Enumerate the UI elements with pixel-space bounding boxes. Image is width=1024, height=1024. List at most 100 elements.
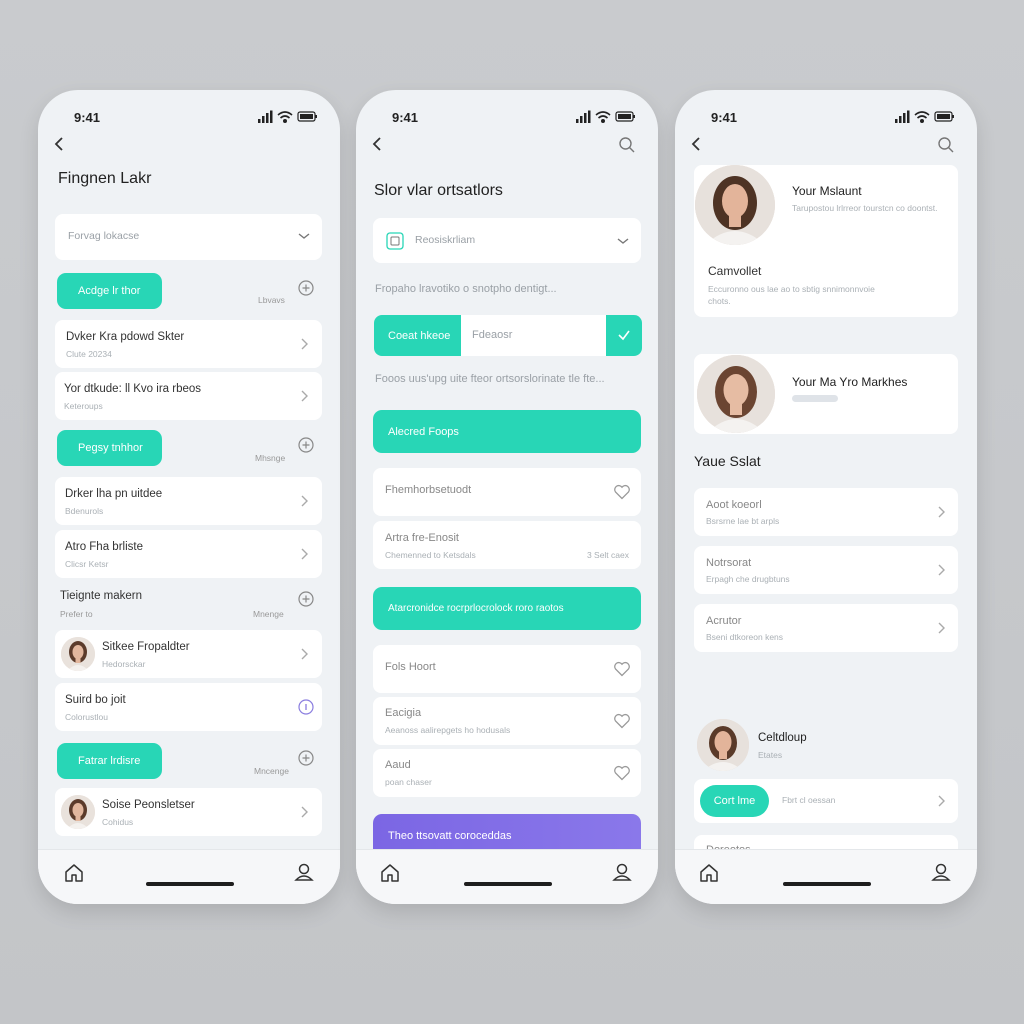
chevron-left-icon[interactable] (370, 136, 386, 152)
list-item-title: Acrutor (706, 615, 742, 627)
chevron-left-icon[interactable] (689, 136, 705, 152)
heart-icon[interactable] (613, 661, 631, 677)
tab-bar (38, 849, 340, 904)
action-row-label: Fbrt cl oessan (782, 795, 836, 805)
list-item-subtitle: Clicsr Ketsr (65, 559, 109, 569)
person-icon[interactable] (612, 862, 632, 882)
confirm-button[interactable] (606, 315, 642, 356)
list-item[interactable]: Fhemhorbsetuodt (373, 468, 641, 516)
location-dropdown[interactable]: Forvag lokacse (55, 214, 322, 260)
search-icon[interactable] (618, 136, 636, 154)
tab-bar (356, 849, 658, 904)
list-item-subtitle: Clute 20234 (66, 349, 112, 359)
list-item-subtitle: Aeanoss aalirepgets ho hodusals (385, 725, 511, 735)
list-item[interactable]: Sitkee Fropaldter Hedorsckar (55, 630, 322, 678)
home-icon[interactable] (64, 863, 84, 883)
heart-icon[interactable] (613, 713, 631, 729)
person-icon[interactable] (931, 862, 951, 882)
list-item[interactable]: Dvker Kra pdowd Skter Clute 20234 (55, 320, 322, 368)
list-item[interactable]: Aoot koeorl Bsrsrne lae bt arpls (694, 488, 958, 536)
section-button-1[interactable]: Acdge lr thor (57, 273, 162, 309)
page-title: Fingnen Lakr (58, 170, 152, 187)
list-item[interactable]: Atro Fha brliste Clicsr Ketsr (55, 530, 322, 578)
list-item[interactable]: Soise Peonsletser Cohidus (55, 788, 322, 836)
info-circle-icon[interactable] (298, 699, 314, 715)
home-icon[interactable] (699, 863, 719, 883)
list-item-title: Artra fre-Enosit (385, 532, 459, 544)
chevron-right-icon[interactable] (936, 795, 946, 807)
section-button-2[interactable]: Pegsy tnhhor (57, 430, 162, 466)
heart-icon[interactable] (613, 765, 631, 781)
phone-screen-1: 9:41 Fingnen Lakr Forvag lokacse Acdge l… (38, 90, 340, 904)
list-item[interactable]: Artra fre-Enosit Chemenned to Ketsdals 3… (373, 521, 641, 569)
list-item[interactable]: Aaud poan chaser (373, 749, 641, 797)
list-item-subtitle: Erpagh che drugbtuns (706, 574, 790, 584)
list-item-subtitle: Hedorsckar (102, 659, 146, 669)
add-circle-icon[interactable] (298, 591, 314, 607)
list-item-title: Drker lha pn uitdee (65, 488, 163, 500)
section-side-label: Mhsnge (255, 453, 286, 463)
profile-card[interactable]: Your Ma Yro Markhes (694, 354, 958, 434)
person-photo (697, 355, 775, 433)
phone-screen-3: 9:41 Your Mslaunt Tarupostou lrlrreor to… (675, 90, 977, 904)
search-icon[interactable] (937, 136, 955, 154)
list-item-title: Fhemhorbsetuodt (385, 484, 472, 496)
chevron-right-icon (301, 495, 308, 507)
segment-button[interactable]: Coeat hkeoe (374, 315, 461, 356)
chevron-right-icon (938, 564, 945, 576)
list-item-title: Soise Peonsletser (102, 799, 195, 811)
chevron-right-icon (301, 390, 308, 402)
profile-card[interactable]: Your Mslaunt Tarupostou lrlrreor tourstc… (694, 165, 958, 317)
wifi-icon (277, 111, 293, 124)
add-circle-icon[interactable] (298, 280, 314, 296)
avatar (61, 795, 95, 829)
list-item-subtitle: Bdenurols (65, 506, 104, 516)
signal-icon (576, 110, 591, 123)
list-item[interactable]: Acrutor Bseni dtkoreon kens (694, 604, 958, 652)
home-indicator (783, 882, 871, 886)
list-item-title: Dvker Kra pdowd Skter (66, 331, 185, 343)
home-icon[interactable] (380, 863, 400, 883)
chevron-right-icon (301, 648, 308, 660)
dropdown-value: Reosiskrliam (415, 234, 476, 246)
list-item-title: Aaud (385, 759, 411, 771)
status-time: 9:41 (711, 110, 738, 125)
section-heading: Yaue Sslat (694, 453, 761, 469)
profile-description: Tarupostou lrlrreor tourstcn co doontst. (792, 203, 938, 213)
wifi-icon (914, 111, 930, 124)
list-item[interactable]: Eacigia Aeanoss aalirepgets ho hodusals (373, 697, 641, 745)
profile-name: Your Mslaunt (792, 184, 862, 198)
action-button[interactable]: Cort lme (700, 785, 769, 817)
list-item[interactable]: Notrsorat Erpagh che drugbtuns (694, 546, 958, 594)
category-dropdown[interactable]: Reosiskrliam (373, 218, 641, 263)
list-item[interactable]: Suird bo joit Colorustlou (55, 683, 322, 731)
section-heading: Tieignte makern (60, 590, 143, 602)
list-item-subtitle: Cohidus (102, 817, 134, 827)
battery-icon (297, 111, 317, 122)
section-button-4[interactable]: Fatrar lrdisre (57, 743, 162, 779)
hint-text: Fooos uus'upg uite fteor ortsorslorinate… (375, 373, 605, 385)
avatar (695, 165, 775, 245)
profile-name: Celtdloup (758, 732, 807, 744)
list-item[interactable]: Yor dtkude: ll Kvo ira rbeos Keteroups (55, 372, 322, 420)
chevron-right-icon (938, 506, 945, 518)
list-item[interactable]: Fols Hoort (373, 645, 641, 693)
avatar (697, 719, 749, 771)
home-indicator (464, 882, 552, 886)
avatar (697, 355, 775, 433)
list-item[interactable]: Drker lha pn uitdee Bdenurols (55, 477, 322, 525)
accent-banner-button[interactable]: Alecred Foops (373, 410, 641, 453)
chevron-right-icon (301, 548, 308, 560)
list-item-subtitle: Colorustlou (65, 712, 108, 722)
list-item-subtitle: Bseni dtkoreon kens (706, 632, 784, 642)
accent-banner-button[interactable]: Atarcronidce rocrprlocrolock roro raotos (373, 587, 641, 630)
chevron-right-icon (301, 806, 308, 818)
heart-icon[interactable] (613, 484, 631, 500)
person-icon[interactable] (294, 862, 314, 882)
add-circle-icon[interactable] (298, 750, 314, 766)
add-circle-icon[interactable] (298, 437, 314, 453)
segment-input[interactable]: Fdeaosr (472, 329, 512, 341)
list-item-subtitle: Bsrsrne lae bt arpls (706, 516, 780, 526)
status-icons (258, 110, 317, 124)
chevron-left-icon[interactable] (52, 136, 68, 152)
